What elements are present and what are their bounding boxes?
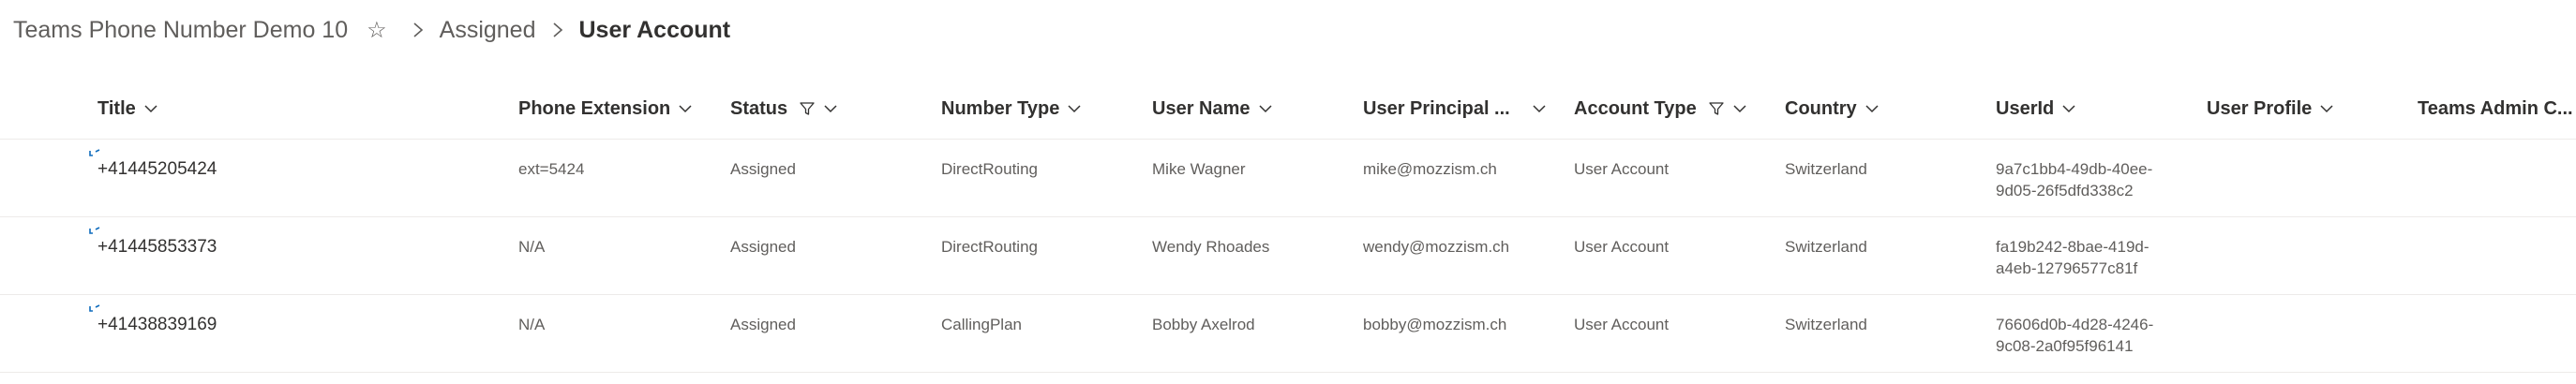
title-link[interactable]: +41438839169 [97, 314, 217, 335]
column-header-user-profile[interactable]: User Profile [2207, 79, 2334, 139]
table-row[interactable]: +41438839169 N/A Assigned CallingPlan Bo… [0, 295, 2576, 373]
column-header-phone-extension[interactable]: Phone Extension [518, 79, 693, 139]
column-header-label: UserId [1996, 97, 2055, 119]
filter-icon [1708, 100, 1725, 117]
column-header-user-principal[interactable]: User Principal ... [1363, 79, 1547, 139]
user-principal-cell: mike@mozzism.ch [1363, 160, 1497, 178]
column-header-label: Status [730, 97, 788, 119]
list-grid: Title Phone Extension Status Number Type… [0, 79, 2576, 373]
number-type-cell: DirectRouting [941, 238, 1038, 256]
chevron-right-icon [551, 21, 564, 39]
chevron-down-icon [1865, 104, 1880, 113]
column-header-account-type[interactable]: Account Type [1574, 79, 1747, 139]
account-type-cell: User Account [1574, 160, 1670, 178]
breadcrumb-list-name[interactable]: Teams Phone Number Demo 10 [13, 17, 348, 44]
column-header-label: Country [1785, 97, 1857, 119]
column-header-label: Teams Admin C... [2418, 97, 2573, 119]
phone-extension-cell: N/A [518, 316, 546, 333]
table-row[interactable]: +41445205424 ext=5424 Assigned DirectRou… [0, 140, 2576, 217]
column-header-row: Title Phone Extension Status Number Type… [0, 79, 2576, 140]
column-header-label: Account Type [1574, 97, 1697, 119]
status-cell: Assigned [730, 238, 796, 256]
user-principal-cell: wendy@mozzism.ch [1363, 238, 1510, 256]
column-header-label: Phone Extension [518, 97, 671, 119]
column-header-label: Title [97, 97, 136, 119]
user-name-cell: Mike Wagner [1152, 160, 1246, 178]
chevron-down-icon [1732, 104, 1747, 113]
number-type-cell: DirectRouting [941, 160, 1038, 178]
column-header-label: User Name [1152, 97, 1251, 119]
country-cell: Switzerland [1785, 160, 1867, 178]
chevron-down-icon [2061, 104, 2076, 113]
chevron-down-icon [2319, 104, 2334, 113]
country-cell: Switzerland [1785, 316, 1867, 333]
chevron-down-icon [678, 104, 693, 113]
user-principal-cell: bobby@mozzism.ch [1363, 316, 1507, 333]
chevron-down-icon [1258, 104, 1273, 113]
column-header-label: Number Type [941, 97, 1060, 119]
star-icon[interactable]: ☆ [367, 17, 387, 44]
userid-cell: 9a7c1bb4-49db-40ee-9d05-26f5dfd338c2 [1996, 160, 2153, 199]
filter-icon [799, 100, 816, 117]
column-header-label: User Principal ... [1363, 97, 1510, 119]
column-header-label: User Profile [2207, 97, 2313, 119]
column-header-number-type[interactable]: Number Type [941, 79, 1082, 139]
status-cell: Assigned [730, 160, 796, 178]
chevron-down-icon [1532, 104, 1547, 113]
country-cell: Switzerland [1785, 238, 1867, 256]
breadcrumb: Teams Phone Number Demo 10 ☆ Assigned Us… [13, 13, 730, 47]
user-name-cell: Bobby Axelrod [1152, 316, 1255, 333]
column-header-country[interactable]: Country [1785, 79, 1880, 139]
column-header-teams-admin[interactable]: Teams Admin C... [2418, 79, 2573, 139]
table-row[interactable]: +41445853373 N/A Assigned DirectRouting … [0, 217, 2576, 295]
user-name-cell: Wendy Rhoades [1152, 238, 1270, 256]
account-type-cell: User Account [1574, 316, 1670, 333]
title-link[interactable]: +41445853373 [97, 236, 217, 258]
phone-extension-cell: N/A [518, 238, 546, 256]
chevron-down-icon [1067, 104, 1082, 113]
chevron-down-icon [143, 104, 158, 113]
breadcrumb-current-view: User Account [578, 16, 731, 43]
account-type-cell: User Account [1574, 238, 1670, 256]
chevron-right-icon [412, 21, 425, 39]
phone-extension-cell: ext=5424 [518, 160, 585, 178]
breadcrumb-folder[interactable]: Assigned [440, 17, 536, 44]
userid-cell: 76606d0b-4d28-4246-9c08-2a0f95f96141 [1996, 316, 2154, 355]
column-header-user-name[interactable]: User Name [1152, 79, 1273, 139]
userid-cell: fa19b242-8bae-419d-a4eb-12796577c81f [1996, 238, 2149, 277]
status-cell: Assigned [730, 316, 796, 333]
title-link[interactable]: +41445205424 [97, 158, 217, 180]
number-type-cell: CallingPlan [941, 316, 1022, 333]
column-header-status[interactable]: Status [730, 79, 838, 139]
column-header-userid[interactable]: UserId [1996, 79, 2076, 139]
chevron-down-icon [823, 104, 838, 113]
column-header-title[interactable]: Title [97, 79, 158, 139]
